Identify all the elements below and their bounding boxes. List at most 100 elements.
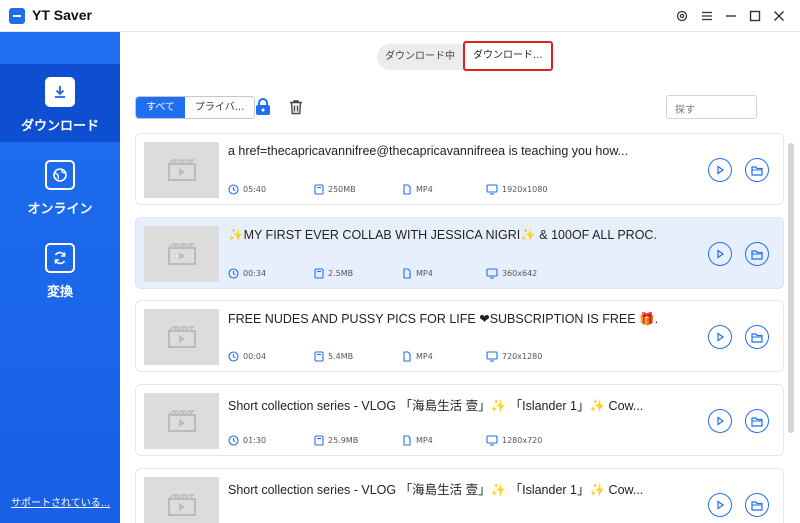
- video-placeholder-icon: [167, 494, 196, 516]
- duration: 00:04: [228, 351, 266, 362]
- video-row[interactable]: Short collection series - VLOG 「海島生活 壹」✨…: [135, 468, 784, 523]
- folder-icon: [751, 500, 763, 511]
- sidebar-item-label: オンライン: [27, 202, 93, 217]
- video-row[interactable]: ✨MY FIRST EVER COLLAB WITH JESSICA NIGRI…: [135, 217, 784, 289]
- play-icon: [717, 416, 725, 426]
- close-icon[interactable]: [769, 6, 789, 26]
- file-size-icon: [314, 351, 324, 362]
- resolution: 1280x720: [486, 435, 542, 446]
- folder-icon: [751, 332, 763, 343]
- monitor-icon: [486, 268, 498, 279]
- app-title: YT Saver: [32, 7, 92, 23]
- duration: 05:40: [228, 184, 266, 195]
- open-folder-button[interactable]: [745, 158, 769, 182]
- video-placeholder-icon: [167, 410, 196, 432]
- video-title: a href=thecapricavannifree@thecapricavan…: [228, 144, 629, 158]
- play-icon: [717, 249, 725, 259]
- play-button[interactable]: [708, 158, 732, 182]
- clock-icon: [228, 351, 239, 362]
- open-folder-button[interactable]: [745, 242, 769, 266]
- file-size-icon: [314, 184, 324, 195]
- open-folder-button[interactable]: [745, 409, 769, 433]
- file-icon: [403, 268, 411, 279]
- folder-icon: [751, 416, 763, 427]
- video-thumbnail: [144, 393, 219, 449]
- tab-downloading[interactable]: ダウンロード中: [377, 44, 463, 70]
- file-icon: [403, 351, 411, 362]
- video-thumbnail: [144, 226, 219, 282]
- play-icon: [717, 500, 725, 510]
- settings-icon[interactable]: [672, 6, 692, 26]
- file-size: 2.5MB: [314, 268, 353, 279]
- video-thumbnail: [144, 309, 219, 365]
- clock-icon: [228, 435, 239, 446]
- video-placeholder-icon: [167, 159, 196, 181]
- resolution: 1920x1080: [486, 184, 547, 195]
- sidebar-item-download[interactable]: ダウンロード: [0, 64, 120, 142]
- sidebar-item-label: 変換: [46, 285, 73, 300]
- play-icon: [717, 332, 725, 342]
- file-size: 5.4MB: [314, 351, 353, 362]
- filter-toggle: すべて プライバ...: [135, 96, 256, 119]
- download-tabs: ダウンロード中 ダウンロード...: [377, 41, 553, 71]
- video-placeholder-icon: [167, 326, 196, 348]
- duration: 01:30: [228, 435, 266, 446]
- list-scrollbar[interactable]: [788, 133, 794, 518]
- video-title: Short collection series - VLOG 「海島生活 壹」✨…: [228, 399, 644, 413]
- play-button[interactable]: [708, 409, 732, 433]
- lock-icon[interactable]: [252, 96, 274, 118]
- sidebar-item-label: ダウンロード: [20, 119, 99, 134]
- clock-icon: [228, 268, 239, 279]
- monitor-icon: [486, 351, 498, 362]
- video-title: FREE NUDES AND PUSSY PICS FOR LIFE ❤SUBS…: [228, 312, 658, 326]
- file-size: 250MB: [314, 184, 356, 195]
- filter-all-button[interactable]: すべて: [136, 97, 185, 118]
- play-button[interactable]: [708, 493, 732, 517]
- play-button[interactable]: [708, 242, 732, 266]
- download-icon: [45, 77, 75, 107]
- search-input[interactable]: 探す: [666, 95, 757, 119]
- folder-icon: [751, 249, 763, 260]
- globe-icon: [45, 160, 75, 190]
- video-row[interactable]: Short collection series - VLOG 「海島生活 壹」✨…: [135, 384, 784, 456]
- format: MP4: [402, 351, 433, 362]
- video-thumbnail: [144, 477, 219, 523]
- convert-icon: [45, 243, 75, 273]
- maximize-icon[interactable]: [745, 6, 765, 26]
- monitor-icon: [486, 435, 498, 446]
- video-list: a href=thecapricavannifree@thecapricavan…: [135, 133, 784, 523]
- clock-icon: [228, 184, 239, 195]
- trash-icon[interactable]: [285, 96, 307, 118]
- minimize-icon[interactable]: [721, 6, 741, 26]
- format: MP4: [402, 184, 433, 195]
- menu-icon[interactable]: [697, 6, 717, 26]
- resolution: 720x1280: [486, 351, 542, 362]
- open-folder-button[interactable]: [745, 493, 769, 517]
- open-folder-button[interactable]: [745, 325, 769, 349]
- video-thumbnail: [144, 142, 219, 198]
- title-bar: YT Saver: [0, 0, 800, 32]
- video-row[interactable]: FREE NUDES AND PUSSY PICS FOR LIFE ❤SUBS…: [135, 300, 784, 372]
- monitor-icon: [486, 184, 498, 195]
- file-size-icon: [314, 268, 324, 279]
- video-placeholder-icon: [167, 243, 196, 265]
- supported-sites-link[interactable]: サポートされている...: [11, 494, 110, 509]
- scrollbar-thumb[interactable]: [788, 143, 794, 433]
- format: MP4: [402, 268, 433, 279]
- duration: 00:34: [228, 268, 266, 279]
- tab-downloaded[interactable]: ダウンロード...: [463, 41, 553, 71]
- video-row[interactable]: a href=thecapricavannifree@thecapricavan…: [135, 133, 784, 205]
- sidebar-item-online[interactable]: オンライン: [0, 147, 120, 225]
- file-icon: [403, 184, 411, 195]
- video-title: Short collection series - VLOG 「海島生活 壹」✨…: [228, 483, 644, 497]
- format: MP4: [402, 435, 433, 446]
- folder-icon: [751, 165, 763, 176]
- sidebar: ダウンロード オンライン 変換 サポートされている...: [0, 32, 120, 523]
- play-button[interactable]: [708, 325, 732, 349]
- file-icon: [403, 435, 411, 446]
- filter-private-button[interactable]: プライバ...: [184, 97, 255, 118]
- app-logo-icon: [9, 8, 25, 24]
- sidebar-item-convert[interactable]: 変換: [0, 230, 120, 308]
- video-title: ✨MY FIRST EVER COLLAB WITH JESSICA NIGRI…: [228, 228, 658, 242]
- file-size: 25.9MB: [314, 435, 358, 446]
